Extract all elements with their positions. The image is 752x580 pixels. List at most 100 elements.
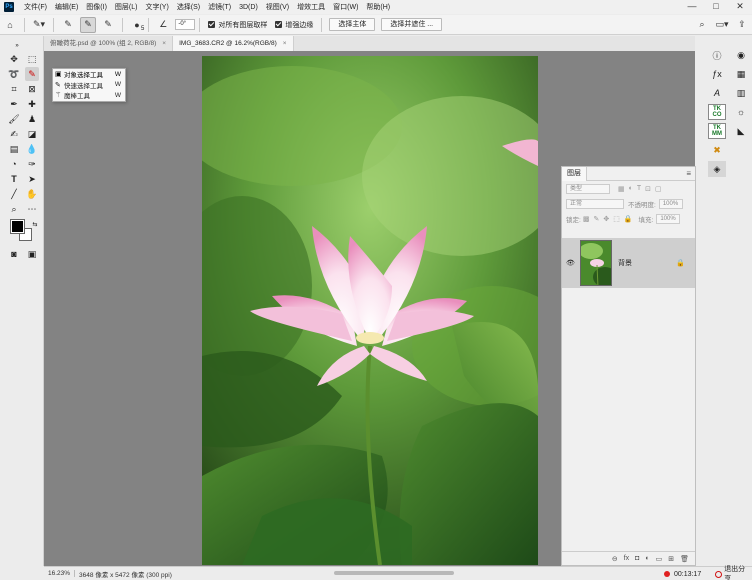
menu-file[interactable]: 文件(F): [20, 2, 51, 12]
tools-cross-icon[interactable]: ✖: [708, 142, 726, 158]
quick-mask-icon[interactable]: ◙: [7, 247, 21, 261]
quick-select-tool-icon[interactable]: ✎: [25, 67, 39, 81]
type-tool-icon[interactable]: T: [7, 172, 21, 186]
swap-colors-icon[interactable]: ⇆: [28, 217, 42, 231]
blend-mode-select[interactable]: 正常: [566, 198, 624, 209]
menu-type[interactable]: 文字(Y): [141, 2, 172, 12]
history-brush-icon[interactable]: ✍: [7, 127, 21, 141]
marquee-tool-icon[interactable]: ⬚: [25, 52, 39, 66]
maximize-button[interactable]: □: [704, 0, 728, 14]
new-layer-icon[interactable]: ⊞: [668, 555, 674, 563]
brush-tool-icon[interactable]: 🖌: [7, 112, 21, 126]
color-palette-icon[interactable]: ◉: [732, 47, 750, 63]
horizontal-scrollbar[interactable]: [334, 571, 454, 575]
stamp-tool-icon[interactable]: ♟: [25, 112, 39, 126]
layer-filter-select[interactable]: 类型: [566, 183, 610, 194]
layer-item-background[interactable]: 👁 背景 🔒: [562, 238, 695, 288]
trash-icon[interactable]: 🗑: [680, 555, 689, 563]
mask-icon[interactable]: ◘: [635, 555, 639, 562]
healing-tool-icon[interactable]: ✚: [25, 97, 39, 111]
new-selection-brush-icon[interactable]: ✎: [60, 17, 76, 33]
zoom-tool-icon[interactable]: ⌕: [7, 202, 21, 216]
crop-tool-icon[interactable]: ⌗: [7, 82, 21, 96]
lock-all-icon[interactable]: 🔒: [624, 215, 633, 223]
menu-3d[interactable]: 3D(D): [235, 4, 262, 11]
subtract-selection-brush-icon[interactable]: ✎: [100, 17, 116, 33]
flyout-item-object-select[interactable]: ▣ 对象选择工具 W: [53, 69, 125, 80]
lock-transparent-icon[interactable]: ▩: [583, 215, 590, 223]
select-and-mask-button[interactable]: 选择并遮住 ...: [381, 18, 443, 31]
close-icon[interactable]: ×: [283, 36, 287, 51]
enhance-edge-checkbox[interactable]: 增强边缘: [275, 20, 313, 30]
tk-co-plugin-icon[interactable]: TK CO: [708, 104, 726, 120]
tab-img-3683[interactable]: IMG_3683.CR2 @ 16.2%(RGB/8) ×: [173, 36, 294, 51]
close-icon[interactable]: ×: [162, 36, 166, 51]
screen-mode-icon[interactable]: ▣: [25, 247, 39, 261]
flyout-item-quick-select[interactable]: ✎ 快速选择工具 W: [53, 80, 125, 91]
path-select-tool-icon[interactable]: ➤: [25, 172, 39, 186]
filter-pixel-icon[interactable]: ▦: [618, 185, 625, 193]
flyout-item-magic-wand[interactable]: ⚚ 魔棒工具 W: [53, 90, 125, 101]
layers-icon[interactable]: ◈: [708, 161, 726, 177]
panel-menu-icon[interactable]: ≡: [686, 169, 691, 178]
layers-panel-tab[interactable]: 图层: [562, 166, 587, 181]
opacity-input[interactable]: 100%: [658, 198, 683, 209]
menu-help[interactable]: 帮助(H): [362, 2, 394, 12]
menu-window[interactable]: 窗口(W): [329, 2, 362, 12]
menu-image[interactable]: 图像(I): [82, 2, 111, 12]
lock-artboard-icon[interactable]: ⬚: [613, 215, 620, 223]
angle-input[interactable]: -0°: [175, 19, 196, 30]
menu-layer[interactable]: 图层(L): [111, 2, 142, 12]
document-info[interactable]: 3648 像素 x 5472 像素 (300 ppi): [75, 569, 176, 579]
info-icon[interactable]: ⓘ: [708, 47, 726, 63]
filter-smart-icon[interactable]: ▢: [655, 185, 662, 193]
eyedropper-tool-icon[interactable]: ✒: [7, 97, 21, 111]
move-tool-icon[interactable]: ✥: [7, 52, 21, 66]
adjustment-icon[interactable]: ◐: [645, 555, 649, 562]
lock-pixels-icon[interactable]: ✎: [593, 215, 599, 223]
dodge-tool-icon[interactable]: ◔: [7, 157, 21, 171]
pen-tool-icon[interactable]: ✑: [25, 157, 39, 171]
layer-name[interactable]: 背景: [618, 258, 632, 268]
hand-tool-icon[interactable]: ✋: [25, 187, 39, 201]
group-icon[interactable]: ▭: [656, 555, 663, 563]
sample-all-layers-checkbox[interactable]: 对所有图层取样: [208, 20, 267, 30]
minimize-button[interactable]: —: [680, 0, 704, 14]
function-icon[interactable]: ƒx: [708, 66, 726, 82]
workspace-icon[interactable]: ▭▾: [714, 17, 730, 33]
foreground-color-swatch[interactable]: [10, 219, 25, 234]
search-icon[interactable]: ⌕: [694, 17, 710, 33]
exit-share-button[interactable]: 退出分享: [715, 564, 752, 580]
tab-lotus-psd[interactable]: 俯瞰荷花.psd @ 100% (组 2, RGB/8) ×: [44, 36, 174, 51]
adjustments-icon[interactable]: ☼: [732, 104, 750, 120]
frame-tool-icon[interactable]: ⊠: [25, 82, 39, 96]
collapse-icon[interactable]: »: [10, 39, 24, 53]
gradient-tool-icon[interactable]: ▤: [7, 142, 21, 156]
add-selection-brush-icon[interactable]: ✎: [80, 16, 96, 33]
filter-adjustment-icon[interactable]: ◐: [629, 185, 633, 192]
styles-icon[interactable]: ◣: [732, 123, 750, 139]
libraries-icon[interactable]: ▥: [732, 85, 750, 101]
character-icon[interactable]: A: [708, 85, 726, 101]
lasso-tool-icon[interactable]: ➰: [7, 67, 21, 81]
menu-plugins[interactable]: 增效工具: [293, 2, 329, 12]
eraser-tool-icon[interactable]: ◪: [25, 127, 39, 141]
zoom-level[interactable]: 16.23%: [44, 570, 76, 577]
home-icon[interactable]: ⌂: [2, 17, 18, 33]
more-tools-icon[interactable]: ⋯: [25, 202, 39, 216]
menu-view[interactable]: 视图(V): [262, 2, 293, 12]
link-icon[interactable]: ⊖: [612, 555, 618, 563]
menu-select[interactable]: 选择(S): [173, 2, 204, 12]
tool-preset-icon[interactable]: ✎▾: [31, 17, 47, 33]
tk-mm-plugin-icon[interactable]: TK MM: [708, 123, 726, 139]
fx-icon[interactable]: fx: [624, 555, 629, 562]
filter-shape-icon[interactable]: ⊡: [645, 185, 651, 193]
line-tool-icon[interactable]: ╱: [7, 187, 21, 201]
swatches-icon[interactable]: ▦: [732, 66, 750, 82]
filter-type-icon[interactable]: T: [637, 185, 641, 192]
menu-edit[interactable]: 编辑(E): [51, 2, 82, 12]
select-subject-button[interactable]: 选择主体: [329, 18, 376, 31]
share-icon[interactable]: ⇪: [734, 17, 750, 33]
blur-tool-icon[interactable]: 💧: [25, 142, 39, 156]
close-button[interactable]: ✕: [728, 0, 752, 14]
